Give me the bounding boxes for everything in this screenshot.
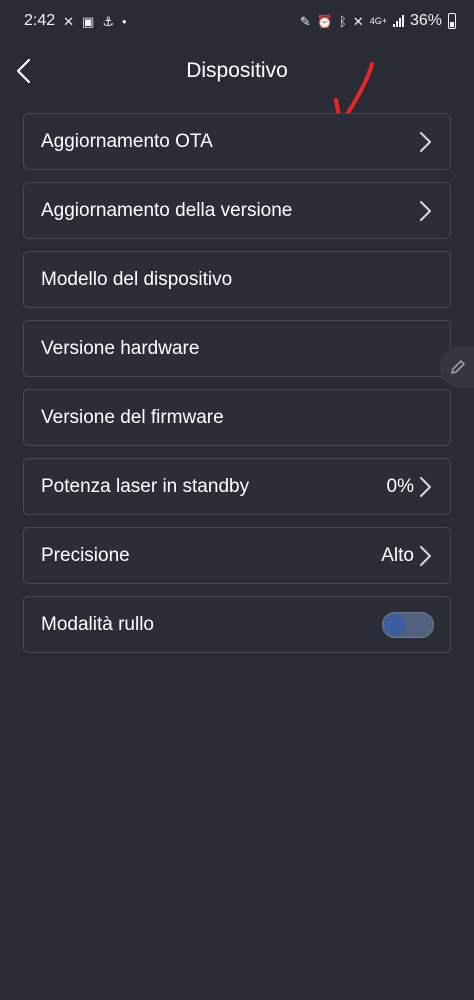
app-icon: ⚓ (102, 13, 114, 29)
setting-firmware-version: Versione del firmware (23, 389, 451, 446)
status-bar: 2:42 ✕ ▣ ⚓ • ✎ ⏰ ᛒ ✕ 4G+ 36% (0, 0, 474, 44)
setting-value: Alto (381, 544, 414, 566)
app-header: Dispositivo (0, 50, 474, 94)
setting-standby-laser-power[interactable]: Potenza laser in standby 0% (23, 458, 451, 515)
battery-icon (448, 13, 456, 29)
setting-label: Aggiornamento OTA (41, 130, 213, 152)
toggle-knob (384, 613, 406, 636)
setting-label: Versione hardware (41, 337, 200, 359)
status-right: ✎ ⏰ ᛒ ✕ 4G+ 36% (300, 12, 456, 30)
network-type: 4G+ (369, 15, 387, 26)
bluetooth-icon: ᛒ (338, 13, 347, 29)
signal-icon (392, 15, 404, 27)
setting-label: Precisione (41, 544, 130, 566)
page-title: Dispositivo (186, 59, 288, 82)
roller-mode-toggle[interactable] (382, 611, 434, 638)
setting-device-model: Modello del dispositivo (23, 251, 451, 308)
setting-value: 0% (386, 475, 414, 497)
battery-percent: 36% (409, 12, 442, 29)
pencil-icon (451, 360, 465, 374)
setting-roller-mode: Modalità rullo (23, 596, 451, 653)
setting-label: Modalità rullo (41, 613, 154, 635)
dot-icon: • (122, 13, 127, 29)
edit-icon: ✎ (299, 13, 311, 29)
alarm-icon: ⏰ (316, 13, 333, 29)
status-left: 2:42 ✕ ▣ ⚓ • (24, 12, 127, 30)
setting-label: Modello del dispositivo (41, 268, 233, 290)
chevron-right-icon (420, 200, 431, 221)
gallery-icon: ▣ (82, 13, 95, 29)
setting-label: Versione del firmware (41, 406, 224, 428)
chevron-right-icon (420, 545, 431, 566)
floating-edit-button[interactable] (440, 346, 474, 388)
tools-icon: ✕ (63, 13, 75, 29)
chevron-right-icon (420, 476, 431, 497)
setting-precision[interactable]: Precisione Alto (23, 527, 451, 584)
status-time: 2:42 (24, 12, 56, 29)
setting-hardware-version: Versione hardware (23, 320, 451, 377)
mute-icon: ✕ (352, 13, 364, 29)
chevron-right-icon (420, 131, 431, 152)
setting-ota-update[interactable]: Aggiornamento OTA (23, 113, 451, 170)
setting-label: Aggiornamento della versione (41, 199, 293, 221)
setting-version-update[interactable]: Aggiornamento della versione (23, 182, 451, 239)
setting-label: Potenza laser in standby (41, 475, 250, 497)
